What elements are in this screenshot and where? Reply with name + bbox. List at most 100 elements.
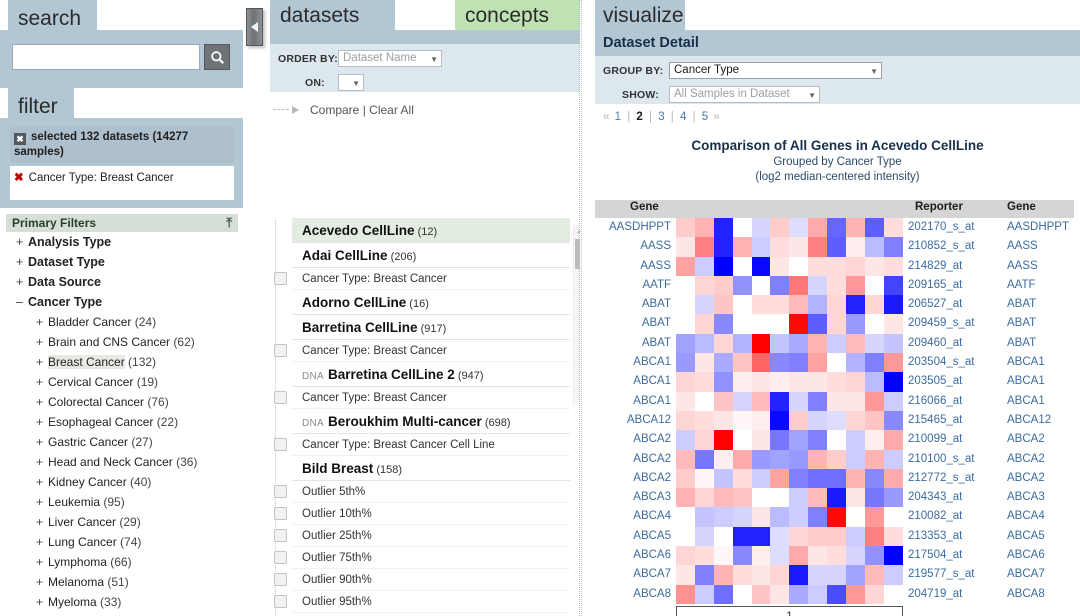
heatmap-cell[interactable]: [676, 218, 695, 238]
reporter-label[interactable]: 206527_at: [908, 295, 962, 314]
gene-label-right[interactable]: ABAT: [1007, 314, 1036, 333]
filter-node-head-and-neck-cancer[interactable]: + Head and Neck Cancer (36): [6, 452, 238, 472]
heatmap-cell[interactable]: [827, 295, 847, 315]
heatmap-cell[interactable]: [713, 430, 733, 450]
reporter-label[interactable]: 209165_at: [908, 276, 962, 295]
heatmap-cell[interactable]: [732, 546, 752, 566]
heatmap-row[interactable]: ABCA6 217504_at ABCA6: [595, 546, 1074, 566]
tab-visualize[interactable]: visualize: [595, 0, 685, 30]
heatmap-row[interactable]: ABAT 206527_at ABAT: [595, 295, 1074, 315]
heatmap-cell[interactable]: [732, 410, 752, 431]
heatmap-cell[interactable]: [883, 372, 903, 392]
page-link-3[interactable]: 3: [658, 111, 664, 123]
subset-checkbox[interactable]: [274, 344, 287, 357]
collapse-left-panel-button[interactable]: [246, 8, 263, 46]
heatmap-cell[interactable]: [846, 333, 865, 354]
heatmap-cell[interactable]: [827, 449, 847, 469]
filter-node-other-cancer[interactable]: +Other Cancer (70): [6, 612, 238, 616]
heatmap-cell[interactable]: [789, 584, 809, 604]
heatmap-cell[interactable]: [864, 526, 884, 547]
heatmap-cell[interactable]: [808, 507, 828, 527]
dataset-row[interactable]: Bild Breast (158): [292, 456, 570, 481]
heatmap-cell[interactable]: [694, 546, 714, 566]
heatmap-cell[interactable]: [827, 391, 847, 411]
heatmap-cell[interactable]: [827, 488, 847, 508]
heatmap-cell[interactable]: [694, 391, 714, 411]
heatmap-cell[interactable]: [808, 391, 828, 411]
heatmap-cell[interactable]: [808, 372, 828, 392]
heatmap-cell[interactable]: [676, 391, 695, 411]
expand-triangle-icon[interactable]: [292, 106, 299, 114]
heatmap-cell[interactable]: [864, 295, 884, 315]
heatmap-cell[interactable]: [846, 546, 865, 566]
gene-label-right[interactable]: AASS: [1007, 257, 1038, 276]
heatmap-cell[interactable]: [789, 526, 809, 547]
heatmap-cell[interactable]: [883, 410, 903, 431]
heatmap-cell[interactable]: [770, 237, 790, 257]
reporter-label[interactable]: 203504_s_at: [908, 353, 975, 372]
heatmap-cell[interactable]: [846, 430, 865, 450]
dataset-row[interactable]: Adorno CellLine (16): [292, 290, 570, 315]
heatmap-cell[interactable]: [770, 565, 790, 585]
heatmap-cell[interactable]: [883, 218, 903, 238]
heatmap-cell[interactable]: [770, 295, 790, 315]
page-next-icon[interactable]: »: [710, 111, 719, 123]
gene-label-right[interactable]: ABCA2: [1007, 450, 1045, 469]
gene-label-right[interactable]: ABCA2: [1007, 469, 1045, 488]
heatmap-cell[interactable]: [751, 256, 771, 276]
heatmap-cell[interactable]: [694, 468, 714, 489]
heatmap-cell[interactable]: [732, 507, 752, 527]
heatmap-cell[interactable]: [808, 430, 828, 450]
gene-label-right[interactable]: ABAT: [1007, 295, 1036, 314]
filter-node-lung-cancer[interactable]: + Lung Cancer (74): [6, 532, 238, 552]
heatmap-cell[interactable]: [732, 391, 752, 411]
heatmap-cell[interactable]: [713, 275, 733, 296]
reporter-label[interactable]: 210082_at: [908, 507, 962, 526]
heatmap-row[interactable]: ABCA2 212772_s_at ABCA2: [595, 468, 1074, 489]
datasets-list-region[interactable]: Compare | Clear All Acevedo CellLine (12…: [270, 100, 580, 616]
heatmap-cell[interactable]: [694, 565, 714, 585]
heatmap-cell[interactable]: [751, 507, 771, 527]
heatmap-cell[interactable]: [751, 488, 771, 508]
gene-label-left[interactable]: ABCA2: [595, 430, 671, 449]
gene-label-right[interactable]: ABAT: [1007, 334, 1036, 353]
heatmap-cell[interactable]: [713, 314, 733, 334]
subset-checkbox[interactable]: [274, 551, 287, 564]
expand-icon[interactable]: +: [36, 372, 48, 392]
remove-filter-icon[interactable]: ✖: [14, 172, 24, 184]
dataset-row[interactable]: Acevedo CellLine (12): [292, 218, 570, 243]
heatmap-cell[interactable]: [789, 333, 809, 354]
dataset-subset-row[interactable]: Outlier 25th%: [274, 525, 570, 547]
heatmap-cell[interactable]: [846, 237, 865, 257]
heatmap-cell[interactable]: [789, 218, 809, 238]
heatmap-cell[interactable]: [770, 449, 790, 469]
heatmap-cell[interactable]: [676, 237, 695, 257]
heatmap-cell[interactable]: [789, 507, 809, 527]
gene-label-left[interactable]: ABCA12: [595, 411, 671, 430]
subset-checkbox[interactable]: [274, 529, 287, 542]
expand-icon[interactable]: +: [16, 272, 28, 292]
heatmap-cell[interactable]: [694, 449, 714, 469]
heatmap-cell[interactable]: [808, 468, 828, 489]
filter-node-analysis-type[interactable]: + Analysis Type: [6, 232, 238, 252]
heatmap-cell[interactable]: [846, 314, 865, 334]
gene-label-left[interactable]: ABCA8: [595, 585, 671, 604]
filter-node-esophageal-cancer[interactable]: + Esophageal Cancer (22): [6, 412, 238, 432]
gene-label-left[interactable]: ABCA2: [595, 450, 671, 469]
tab-filter[interactable]: filter: [8, 88, 74, 122]
heatmap-cell[interactable]: [732, 468, 752, 489]
heatmap-cell[interactable]: [789, 488, 809, 508]
heatmap-cell[interactable]: [808, 333, 828, 354]
dataset-subset-row[interactable]: Cancer Type: Breast Cancer: [274, 387, 570, 409]
dataset-subset-row[interactable]: Outlier 75th%: [274, 547, 570, 569]
tab-concepts[interactable]: concepts: [455, 0, 580, 30]
filter-node-breast-cancer[interactable]: + Breast Cancer (132): [6, 352, 238, 372]
heatmap-cell[interactable]: [864, 410, 884, 431]
heatmap-cell[interactable]: [789, 449, 809, 469]
gene-label-left[interactable]: AASS: [595, 237, 671, 256]
heatmap-cell[interactable]: [864, 546, 884, 566]
group-by-select[interactable]: Cancer Type ▼: [669, 62, 882, 79]
heatmap-cell[interactable]: [751, 314, 771, 334]
gene-label-left[interactable]: ABCA1: [595, 353, 671, 372]
heatmap-cell[interactable]: [770, 372, 790, 392]
